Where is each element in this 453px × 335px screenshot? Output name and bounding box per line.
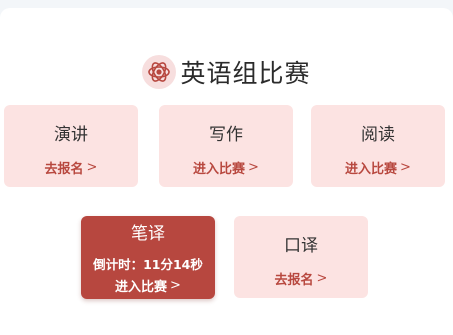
enter-competition-link[interactable]: 进入比赛 >	[345, 158, 411, 177]
card-title: 写作	[209, 125, 243, 145]
card-title: 阅读	[361, 125, 395, 145]
chevron-right-icon: >	[86, 160, 98, 175]
card-title: 笔译	[131, 224, 165, 244]
action-label: 进入比赛	[115, 280, 168, 295]
action-label: 进入比赛	[345, 162, 398, 177]
chevron-right-icon: >	[400, 160, 411, 175]
chevron-right-icon: >	[170, 278, 181, 293]
page-title: 英语组比赛	[180, 59, 311, 88]
card-translation-active[interactable]: 笔译 倒计时：11分14秒 进入比赛 >	[81, 216, 215, 299]
card-writing[interactable]: 写作 进入比赛 >	[159, 105, 293, 187]
card-speech[interactable]: 演讲 去报名 >	[4, 105, 138, 187]
chevron-right-icon: >	[248, 160, 259, 175]
card-title: 口译	[284, 236, 318, 256]
countdown-timer: 倒计时：11分14秒	[93, 257, 203, 272]
action-label: 去报名	[44, 162, 84, 177]
register-link[interactable]: 去报名 >	[45, 158, 98, 177]
card-reading[interactable]: 阅读 进入比赛 >	[311, 105, 445, 187]
card-title: 演讲	[54, 125, 88, 145]
chevron-right-icon: >	[316, 271, 328, 286]
card-interpretation[interactable]: 口译 去报名 >	[234, 216, 368, 298]
action-label: 进入比赛	[193, 162, 246, 177]
register-link[interactable]: 去报名 >	[275, 269, 328, 288]
action-label: 去报名	[274, 273, 314, 288]
enter-competition-link[interactable]: 进入比赛 >	[193, 158, 259, 177]
enter-competition-link[interactable]: 进入比赛 >	[115, 276, 181, 295]
page-header: 英语组比赛	[0, 48, 453, 96]
flower-logo-icon	[142, 55, 177, 89]
